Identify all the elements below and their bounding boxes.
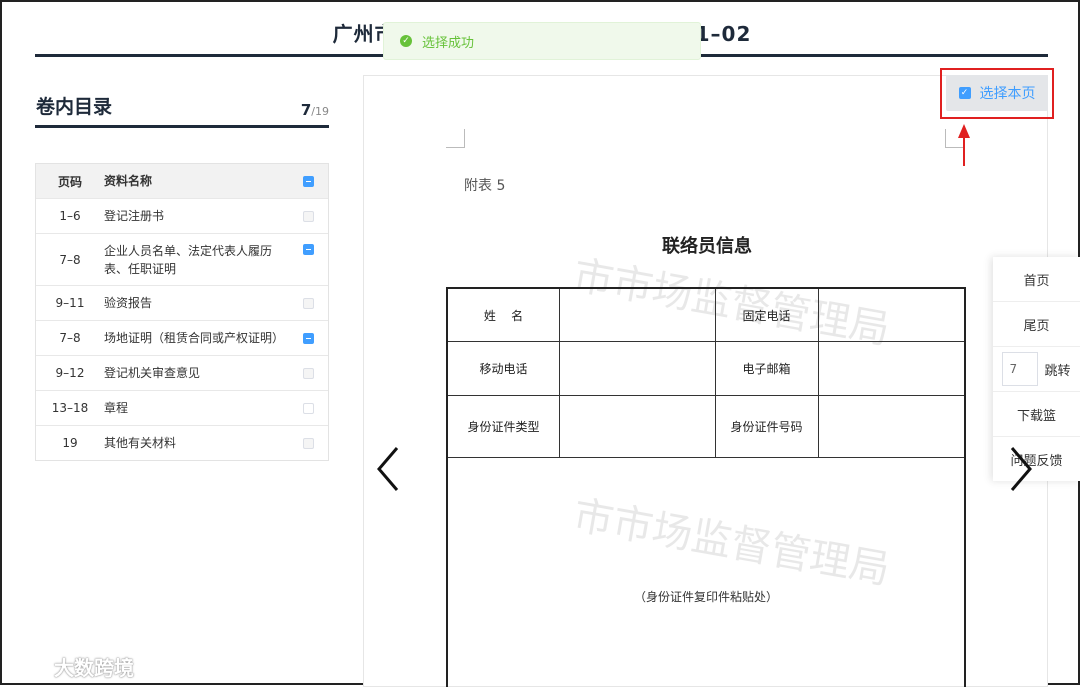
jump-button[interactable]: 跳转	[1044, 360, 1070, 379]
brand-text: 大数跨境	[54, 656, 134, 680]
first-page-button[interactable]: 首页	[993, 257, 1080, 302]
toc-checkbox[interactable]	[302, 297, 314, 309]
field-name-label: 姓 名	[483, 308, 524, 323]
contact-form: 姓 名 固定电话 移动电话 电子邮箱 身份证件类型 身份证件号码	[446, 287, 966, 687]
toc-name: 场地证明（租赁合同或产权证明）	[104, 331, 285, 345]
prev-page-arrow-icon[interactable]	[375, 446, 401, 492]
success-toast: ✓ 选择成功	[383, 22, 701, 60]
highlight-box	[940, 68, 1054, 119]
jump-control: 跳转	[993, 347, 1080, 392]
toast-message: 选择成功	[422, 35, 475, 51]
red-arrow-up-icon	[958, 124, 970, 166]
column-header-page: 页码	[57, 174, 82, 189]
form-line	[448, 457, 964, 458]
toc-row[interactable]: 1–6 登记注册书	[36, 198, 328, 233]
toc-page: 1–6	[59, 209, 81, 223]
toc-name: 登记注册书	[104, 209, 165, 223]
toc-row[interactable]: 19 其他有关材料	[36, 425, 328, 460]
field-landline-label: 固定电话	[742, 308, 791, 323]
toc-header-row: 页码 资料名称	[36, 164, 328, 198]
id-paste-note: （身份证件复印件粘贴处）	[633, 590, 778, 604]
toc-name: 章程	[104, 401, 129, 415]
field-mobile-label: 移动电话	[479, 361, 528, 376]
download-basket-button[interactable]: 下载篮	[993, 392, 1080, 437]
select-all-checkbox[interactable]	[302, 175, 314, 187]
toc-checkbox[interactable]	[302, 210, 314, 222]
toc-table: 页码 资料名称 1–6 登记注册书 7–8 企业人员名单、法定代表人履历表、任职…	[35, 163, 329, 461]
sidebar-title: 卷内目录	[36, 96, 113, 118]
toc-row[interactable]: 9–11 验资报告	[36, 285, 328, 320]
toc-page: 9–11	[55, 296, 85, 310]
toc-checkbox[interactable]	[302, 367, 314, 379]
toc-row[interactable]: 9–12 登记机关审查意见	[36, 355, 328, 390]
toc-page: 19	[62, 436, 78, 450]
toc-page: 7–8	[59, 331, 81, 345]
column-header-name: 资料名称	[104, 174, 153, 188]
brand-logo-icon	[12, 656, 48, 676]
jump-page-input[interactable]	[1002, 352, 1039, 386]
toc-row[interactable]: 13–18 章程	[36, 390, 328, 425]
field-id-type-label: 身份证件类型	[467, 419, 540, 434]
feedback-button[interactable]: 问题反馈	[993, 437, 1080, 481]
page-indicator: 7/19	[282, 100, 329, 119]
toc-name: 登记机关审查意见	[104, 366, 201, 380]
field-email-label: 电子邮箱	[742, 361, 791, 376]
toc-checkbox[interactable]	[302, 437, 314, 449]
page-control-panel: 首页 尾页 跳转 下载篮 问题反馈	[993, 257, 1080, 481]
sidebar-divider	[35, 125, 329, 128]
toc-name: 验资报告	[104, 296, 153, 310]
last-page-button[interactable]: 尾页	[993, 302, 1080, 347]
check-circle-icon: ✓	[400, 35, 412, 47]
toc-page: 9–12	[55, 366, 85, 380]
toc-name: 其他有关材料	[104, 436, 177, 450]
toc-checkbox[interactable]	[302, 402, 314, 414]
document-title: 联络员信息	[662, 236, 752, 257]
current-page: 7	[300, 101, 312, 119]
toc-row[interactable]: 7–8 场地证明（租赁合同或产权证明）	[36, 320, 328, 355]
form-line	[818, 289, 819, 457]
field-id-number-label: 身份证件号码	[730, 419, 803, 434]
next-page-arrow-icon[interactable]	[1008, 446, 1034, 492]
total-pages: /19	[311, 105, 329, 118]
document-label: 附表 5	[464, 178, 506, 194]
toc-checkbox[interactable]	[302, 332, 314, 344]
toc-page: 13–18	[51, 401, 89, 415]
brand-logo: 大数跨境	[10, 652, 134, 681]
crop-mark	[446, 129, 465, 148]
form-line	[559, 289, 560, 457]
